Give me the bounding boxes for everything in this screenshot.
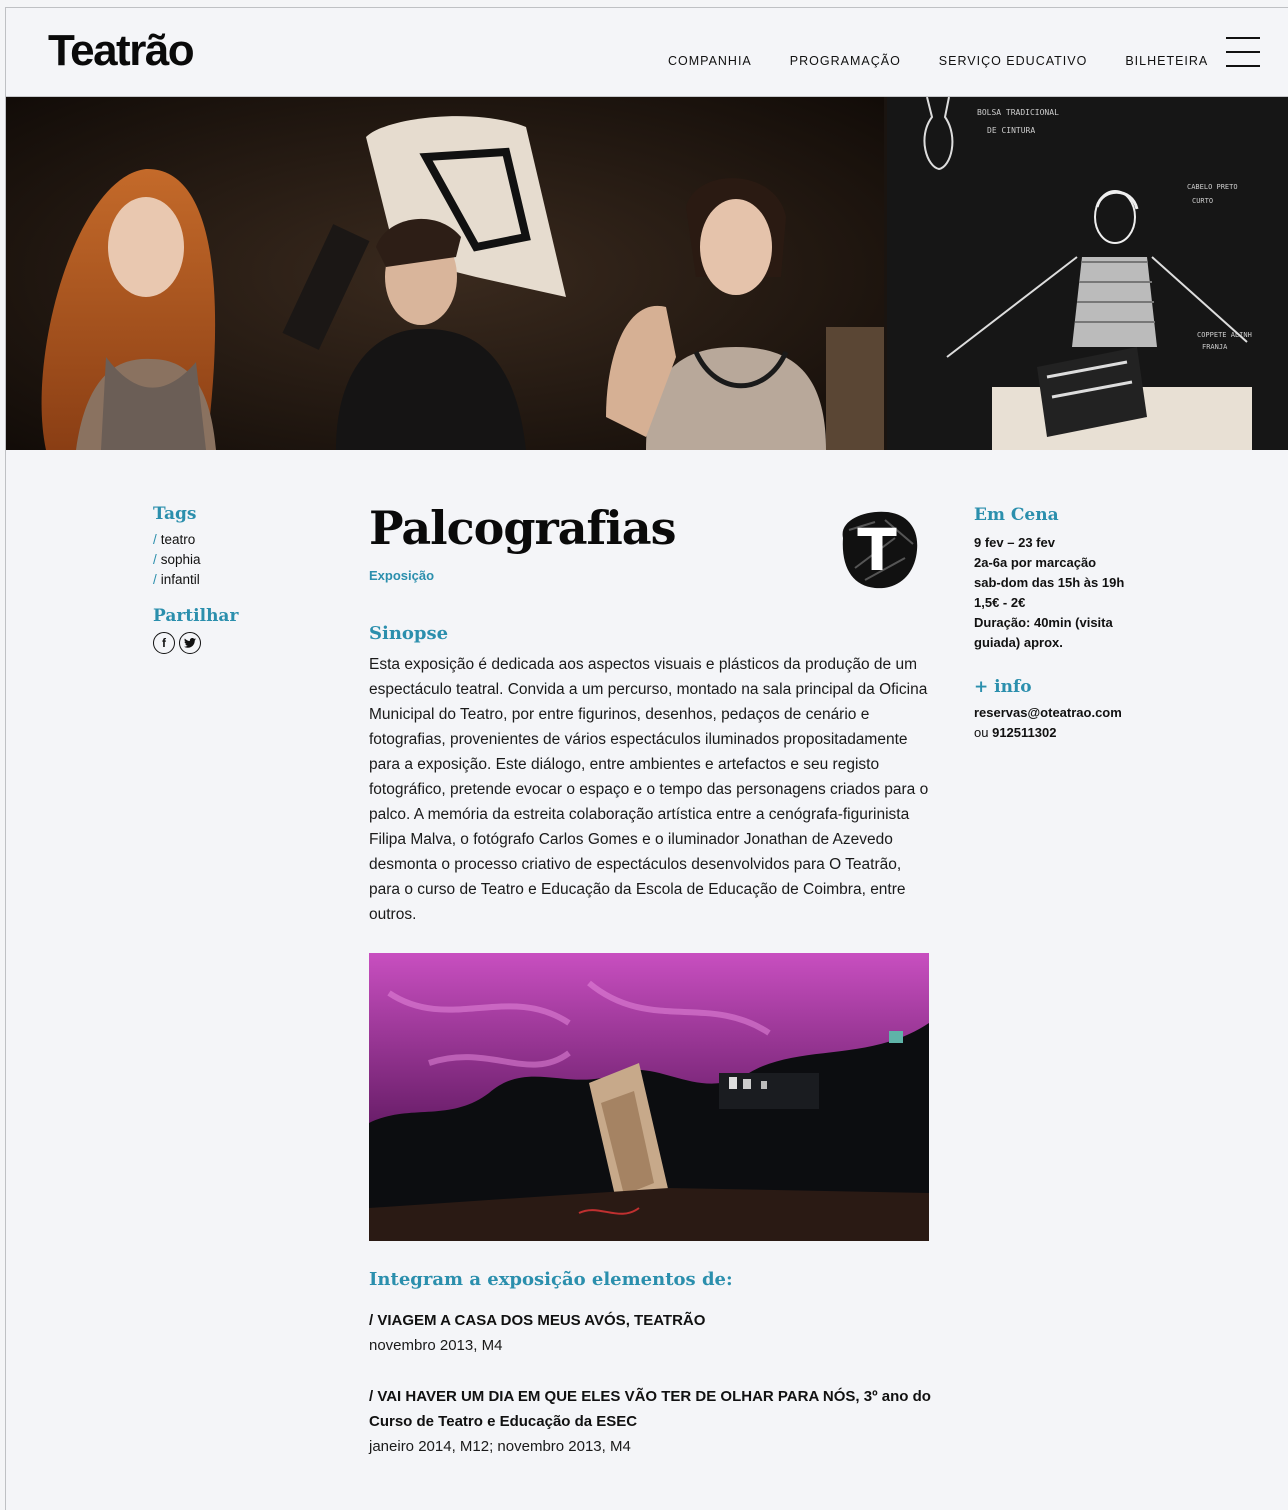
site-header: Teatrão COMPANHIA PROGRAMAÇÃO SERVIÇO ED… [6,8,1288,97]
site-logo[interactable]: Teatrão [48,26,195,76]
price: 1,5€ - 2€ [974,595,1026,610]
facebook-icon[interactable]: f [153,632,175,654]
hero-costume-sketch: BOLSA TRADICIONAL DE CINTURA CABELO PRET… [887,97,1288,450]
element-date: janeiro 2014, M12; novembro 2013, M4 [369,1438,631,1455]
share-buttons: f [153,632,313,654]
element-name: / VIAGEM A CASA DOS MEUS AVÓS, TEATRÃO [369,1312,706,1329]
tag-item[interactable]: / sophia [153,550,313,570]
nav-servico-educativo[interactable]: SERVIÇO EDUCATIVO [939,54,1088,68]
nav-programacao[interactable]: PROGRAMAÇÃO [790,54,901,68]
nav-bilheteira[interactable]: BILHETEIRA [1125,54,1208,68]
element-name: / VAI HAVER UM DIA EM QUE ELES VÃO TER D… [369,1388,931,1430]
hamburger-icon[interactable] [1226,37,1260,67]
tag-list: / teatro / sophia / infantil [153,530,313,590]
tag-item[interactable]: / infantil [153,570,313,590]
svg-text:T: T [857,516,897,584]
contact-info: reservas@oteatrao.com ou 912511302 [974,703,1154,743]
hero-photo-performers [6,97,884,450]
teatrao-badge-icon: T [835,508,919,592]
tag-label: teatro [160,532,196,547]
element-item: / VIAGEM A CASA DOS MEUS AVÓS, TEATRÃO n… [369,1308,934,1358]
main-nav: COMPANHIA PROGRAMAÇÃO SERVIÇO EDUCATIVO … [668,54,1246,68]
main-content: Palcografias Exposição T Sinopse Esta ex… [369,500,934,1459]
svg-text:FRANJA: FRANJA [1202,343,1228,351]
contact-email[interactable]: reservas@oteatrao.com [974,703,1154,723]
sinopse-text: Esta exposição é dedicada aos aspectos v… [369,656,929,923]
element-item: / VAI HAVER UM DIA EM QUE ELES VÃO TER D… [369,1384,934,1459]
element-date: novembro 2013, M4 [369,1337,503,1354]
page-frame: Teatrão COMPANHIA PROGRAMAÇÃO SERVIÇO ED… [5,7,1288,1510]
twitter-icon[interactable] [179,632,201,654]
or-label: ou [974,725,989,740]
elements-title: Integram a exposição elementos de: [369,1269,733,1290]
schedule-weekdays: 2a-6a por marcação [974,555,1097,570]
nav-companhia[interactable]: COMPANHIA [668,54,752,68]
tag-label: sophia [160,552,201,567]
svg-text:CABELO PRETO: CABELO PRETO [1187,183,1238,191]
contact-phone-line: ou 912511302 [974,723,1154,743]
em-cena-title: Em Cena [974,505,1059,525]
tag-label: infantil [160,572,200,587]
tag-item[interactable]: / teatro [153,530,313,550]
schedule-info: 9 fev – 23 fev 2a-6a por marcação sab-do… [974,533,1154,653]
svg-text:CURTO: CURTO [1192,197,1213,205]
exhibition-photo [369,953,929,1241]
tags-title: Tags [153,504,197,524]
more-info-title: + info [974,677,1032,697]
right-sidebar: Em Cena 9 fev – 23 fev 2a-6a por marcaçã… [974,505,1154,743]
hero-banner: BOLSA TRADICIONAL DE CINTURA CABELO PRET… [6,97,1288,450]
svg-text:BOLSA TRADICIONAL: BOLSA TRADICIONAL [977,108,1059,117]
sinopse-title: Sinopse [369,623,449,644]
duration: Duração: 40min (visita guiada) aprox. [974,615,1113,650]
share-title: Partilhar [153,606,239,626]
schedule-dates: 9 fev – 23 fev [974,535,1055,550]
contact-phone[interactable]: 912511302 [992,725,1056,740]
schedule-weekend: sab-dom das 15h às 19h [974,575,1125,590]
left-sidebar: Tags / teatro / sophia / infantil Partilhar… [153,504,313,654]
svg-text:DE CINTURA: DE CINTURA [987,126,1035,135]
